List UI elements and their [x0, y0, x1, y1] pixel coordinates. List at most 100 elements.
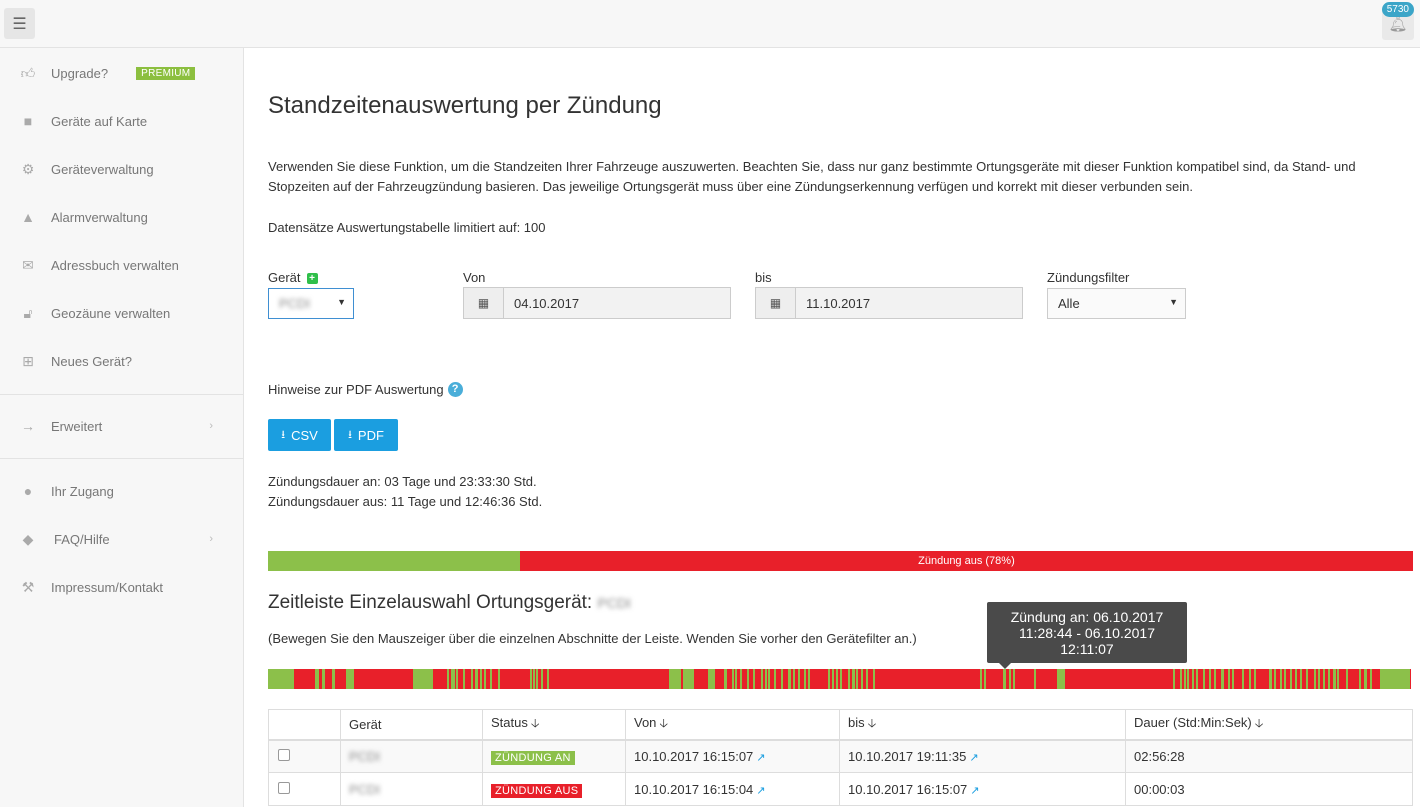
timeline-on-segment[interactable] [1359, 669, 1361, 689]
sidebar-item-devices-map[interactable]: ■ Geräte auf Karte [0, 106, 243, 136]
timeline-on-segment[interactable] [490, 669, 492, 689]
sidebar-item-advanced[interactable]: → Erweitert › [0, 411, 243, 441]
timeline-on-segment[interactable] [1221, 669, 1224, 689]
sort-arrow-icon[interactable]: 🡣 [531, 716, 540, 730]
timeline-on-segment[interactable] [1184, 669, 1186, 689]
timeline-on-segment[interactable] [873, 669, 875, 689]
timeline-on-segment[interactable] [536, 669, 538, 689]
timeline-on-segment[interactable] [1173, 669, 1175, 689]
timeline-on-segment[interactable] [980, 669, 982, 689]
timeline-on-segment[interactable] [498, 669, 500, 689]
timeline-on-segment[interactable] [1254, 669, 1256, 689]
add-device-icon[interactable]: + [306, 273, 318, 284]
timeline-on-segment[interactable] [268, 669, 294, 689]
timeline-on-segment[interactable] [1009, 669, 1011, 689]
to-date-picker[interactable]: ▦ 11.10.2017 [755, 287, 1023, 319]
timeline-on-segment[interactable] [669, 669, 681, 689]
timeline-on-segment[interactable] [683, 669, 694, 689]
sidebar-item-faq[interactable]: ◆ FAQ/Hilfe › [0, 524, 243, 554]
timeline-on-segment[interactable] [761, 669, 763, 689]
bell-icon[interactable]: 🔔︎ 5730 [1381, 2, 1414, 40]
timeline-on-segment[interactable] [413, 669, 433, 689]
external-link-icon[interactable]: ↗ [756, 752, 765, 764]
timeline-on-segment[interactable] [1209, 669, 1211, 689]
timeline-on-segment[interactable] [447, 669, 449, 689]
calendar-icon[interactable]: ▦ [756, 288, 796, 318]
timeline-on-segment[interactable] [332, 669, 335, 689]
external-link-icon[interactable]: ↗ [969, 752, 978, 764]
timeline-on-segment[interactable] [832, 669, 834, 689]
timeline-on-segment[interactable] [848, 669, 850, 689]
timeline-on-segment[interactable] [1214, 669, 1216, 689]
sidebar-item-addressbook[interactable]: ✉ Adressbuch verwalten [0, 250, 243, 280]
column-header-status[interactable]: Status 🡣 [482, 709, 626, 741]
timeline-on-segment[interactable] [1300, 669, 1302, 689]
help-icon[interactable]: ? [447, 382, 463, 397]
pdf-export-button[interactable]: ⭳ PDF [334, 419, 398, 451]
timeline-on-segment[interactable] [1295, 669, 1297, 689]
timeline-on-segment[interactable] [1228, 669, 1230, 689]
timeline-on-segment[interactable] [346, 669, 354, 689]
timeline-on-segment[interactable] [856, 669, 858, 689]
timeline-on-segment[interactable] [765, 669, 767, 689]
timeline-on-segment[interactable] [475, 669, 478, 689]
sidebar-item-alarms[interactable]: ▲ Alarmverwaltung [0, 202, 243, 232]
column-header-to[interactable]: bis 🡣 [839, 709, 1126, 741]
timeline-on-segment[interactable] [852, 669, 855, 689]
timeline-on-segment[interactable] [1380, 669, 1410, 689]
timeline-on-segment[interactable] [1013, 669, 1015, 689]
timeline-on-segment[interactable] [1269, 669, 1272, 689]
timeline-on-segment[interactable] [1196, 669, 1198, 689]
csv-export-button[interactable]: ⭳ CSV [268, 419, 331, 451]
calendar-icon[interactable]: ▦ [464, 288, 504, 318]
timeline-on-segment[interactable] [774, 669, 776, 689]
timeline-on-segment[interactable] [781, 669, 783, 689]
external-link-icon[interactable]: ↗ [756, 785, 765, 797]
timeline-on-segment[interactable] [747, 669, 749, 689]
timeline-on-segment[interactable] [724, 669, 727, 689]
timeline-on-segment[interactable] [861, 669, 863, 689]
timeline-on-segment[interactable] [1280, 669, 1282, 689]
sidebar-item-imprint[interactable]: ⚒ Impressum/Kontakt [0, 572, 243, 602]
timeline-on-segment[interactable] [484, 669, 486, 689]
timeline-on-segment[interactable] [1333, 669, 1336, 689]
sidebar-item-account[interactable]: ● Ihr Zugang [0, 476, 243, 506]
timeline-on-segment[interactable] [1346, 669, 1348, 689]
sidebar-item-upgrade[interactable]: 👍︎ Upgrade? PREMIUM [0, 58, 243, 88]
timeline-on-segment[interactable] [1187, 669, 1189, 689]
timeline-on-segment[interactable] [740, 669, 742, 689]
timeline-on-segment[interactable] [547, 669, 549, 689]
timeline-on-segment[interactable] [1318, 669, 1320, 689]
timeline-on-segment[interactable] [1003, 669, 1006, 689]
timeline-on-segment[interactable] [1203, 669, 1205, 689]
sort-arrow-icon[interactable]: 🡣 [659, 716, 668, 730]
timeline-on-segment[interactable] [804, 669, 806, 689]
column-header-from[interactable]: Von 🡣 [625, 709, 840, 741]
timeline-on-segment[interactable] [793, 669, 795, 689]
timeline-bar[interactable] [268, 669, 1411, 689]
timeline-on-segment[interactable] [1034, 669, 1036, 689]
timeline-on-segment[interactable] [530, 669, 532, 689]
timeline-on-segment[interactable] [451, 669, 455, 689]
timeline-on-segment[interactable] [1364, 669, 1367, 689]
timeline-on-segment[interactable] [735, 669, 737, 689]
timeline-on-segment[interactable] [1232, 669, 1234, 689]
timeline-on-segment[interactable] [708, 669, 715, 689]
timeline-on-segment[interactable] [1192, 669, 1194, 689]
sidebar-item-new-device[interactable]: ⊞ Neues Gerät? [0, 346, 243, 376]
timeline-on-segment[interactable] [1290, 669, 1292, 689]
ignition-filter-select[interactable]: Alle ▼ [1047, 288, 1186, 319]
timeline-on-segment[interactable] [840, 669, 842, 689]
timeline-on-segment[interactable] [1370, 669, 1372, 689]
device-select[interactable]: PCDI ▼ [268, 288, 354, 319]
timeline-on-segment[interactable] [533, 669, 535, 689]
timeline-on-segment[interactable] [456, 669, 458, 689]
timeline-on-segment[interactable] [984, 669, 986, 689]
ignition-on-segment[interactable] [268, 551, 520, 571]
timeline-on-segment[interactable] [541, 669, 543, 689]
timeline-on-segment[interactable] [732, 669, 734, 689]
timeline-on-segment[interactable] [828, 669, 830, 689]
timeline-on-segment[interactable] [798, 669, 800, 689]
ignition-off-segment[interactable]: Zündung aus (78%) [519, 551, 1413, 571]
timeline-on-segment[interactable] [1274, 669, 1276, 689]
